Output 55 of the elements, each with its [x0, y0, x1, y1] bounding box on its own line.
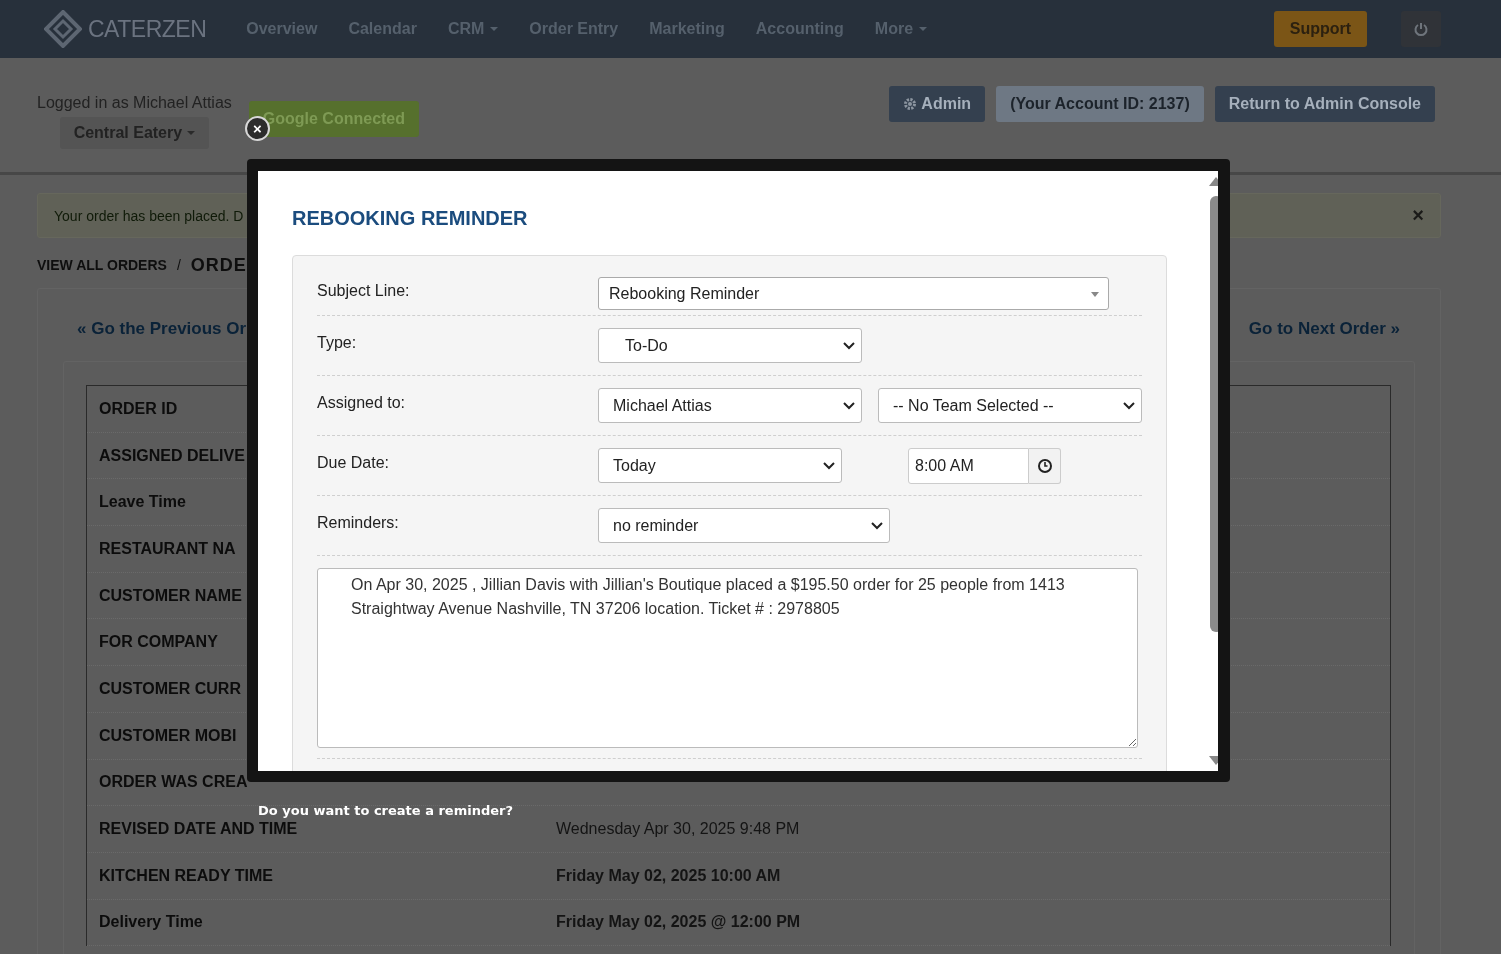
field-label: Delivery Time	[99, 913, 203, 931]
field-label: CUSTOMER NAME	[99, 586, 242, 604]
next-order-link[interactable]: Go to Next Order »	[1248, 319, 1400, 361]
power-button[interactable]	[1401, 11, 1441, 47]
message-textarea[interactable]: On Apr 30, 2025 , Jillian Davis with Jillian's Boutique placed a $195.50 order for 25 people from 1413 Straightway Avenue Nashville, TN 37206 location. Ticket # : 2978805	[317, 568, 1138, 748]
clock-icon	[1036, 457, 1053, 474]
caret-icon	[490, 27, 499, 31]
chevron-down-icon	[1123, 402, 1135, 410]
reminders-label: Reminders:	[317, 514, 400, 532]
field-label: REVISED DATE AND TIME	[99, 820, 298, 838]
subject-label: Subject Line:	[317, 282, 411, 300]
account-id-button[interactable]: (Your Account ID: 2137)	[996, 86, 1204, 122]
support-button[interactable]: Support	[1274, 11, 1367, 47]
return-to-admin-button[interactable]: Return to Admin Console	[1214, 86, 1435, 122]
field-value: Friday May 02, 2025 10:00 AM	[556, 866, 781, 885]
close-button[interactable]: ×	[245, 116, 270, 141]
chevron-down-icon	[871, 522, 883, 530]
assigned-label: Assigned to:	[317, 394, 407, 412]
field-label: ORDER WAS CREA	[99, 773, 248, 791]
breadcrumb-current: ORDE	[190, 254, 247, 276]
caret-icon	[919, 27, 928, 31]
due-date-label: Due Date:	[317, 454, 391, 472]
clock-button[interactable]	[1029, 447, 1061, 484]
breadcrumb-separator: /	[176, 257, 181, 273]
due-date-select[interactable]: Today	[598, 448, 842, 483]
dialog-title: REBOOKING REMINDER	[292, 207, 529, 230]
diamond-logo-icon	[44, 10, 82, 48]
field-label: KITCHEN READY TIME	[99, 866, 273, 884]
type-select[interactable]: To-Do	[598, 328, 862, 363]
team-select[interactable]: -- No Team Selected --	[878, 388, 1142, 423]
chevron-down-icon	[823, 462, 835, 470]
field-label: RESTAURANT NA	[99, 539, 236, 557]
logged-in-text: Logged in as Michael Attias	[37, 94, 232, 112]
field-label: CUSTOMER MOBI	[99, 726, 237, 744]
admin-button[interactable]: Admin	[889, 86, 986, 122]
field-label: ORDER ID	[99, 399, 178, 417]
chevron-down-icon	[843, 402, 855, 410]
breadcrumb-link[interactable]: VIEW ALL ORDERS	[37, 257, 167, 273]
alert-text: Your order has been placed. D	[54, 207, 244, 224]
type-label: Type:	[317, 334, 358, 352]
power-icon	[1413, 21, 1429, 37]
field-label: ASSIGNED DELIVE	[99, 446, 245, 464]
field-label: FOR COMPANY	[99, 633, 218, 651]
field-label: CUSTOMER CURR	[99, 679, 241, 697]
user-select[interactable]: Michael Attias	[598, 388, 862, 423]
previous-order-link[interactable]: « Go the Previous Or	[77, 319, 247, 361]
field-label: Leave Time	[99, 493, 186, 511]
chevron-down-icon	[843, 342, 855, 350]
reminder-select[interactable]: no reminder	[598, 508, 890, 543]
gear-icon	[903, 97, 918, 111]
logo-text: CATERZEN	[88, 15, 207, 43]
subject-select[interactable]: Rebooking Reminder	[598, 277, 1109, 310]
close-button[interactable]: ×	[1412, 204, 1424, 227]
time-input[interactable]: 8:00 AM	[908, 447, 1029, 484]
reminder-prompt: Do you want to create a reminder?	[258, 803, 513, 818]
